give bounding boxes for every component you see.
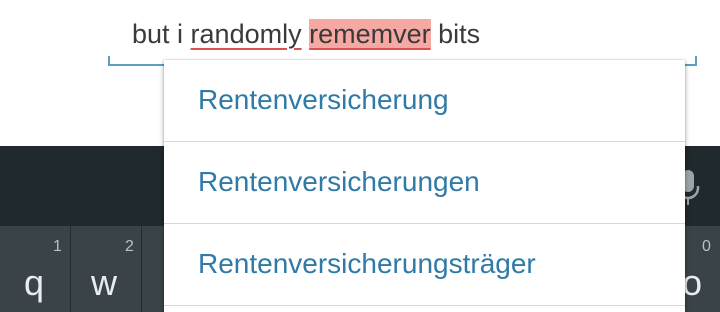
text-between — [302, 19, 310, 49]
key-letter: o — [682, 262, 703, 303]
selected-misspelled-word[interactable]: rememver — [309, 19, 431, 49]
key-w[interactable]: 1 w 2 — [53, 226, 142, 312]
suggestion-label: Rentenversicherung — [198, 84, 449, 115]
key-hint: 1 — [53, 238, 62, 255]
text-before: but i — [132, 19, 191, 49]
text-field-content[interactable]: but i randomly rememver bits — [132, 14, 480, 54]
key-hint: 0 — [702, 238, 711, 255]
key-letter: q — [24, 262, 45, 303]
suggestion-item[interactable]: Rentenversicherungen — [164, 142, 685, 224]
suggestion-label: Rentenversicherungen — [198, 166, 480, 197]
key-letter: w — [91, 262, 117, 303]
suggestion-label: Rentenversicherungsträger — [198, 248, 536, 279]
text-after: bits — [430, 19, 481, 49]
key-hint: 2 — [125, 238, 134, 255]
suggestion-item[interactable]: Rentenversicherung — [164, 60, 685, 142]
spelling-suggestions-popup: Rentenversicherung Rentenversicherungen … — [164, 60, 685, 312]
suggestion-item[interactable]: Rentenversicherungsträger — [164, 224, 685, 306]
misspelled-word[interactable]: randomly — [191, 19, 302, 49]
field-underline-right-tick — [695, 56, 697, 66]
